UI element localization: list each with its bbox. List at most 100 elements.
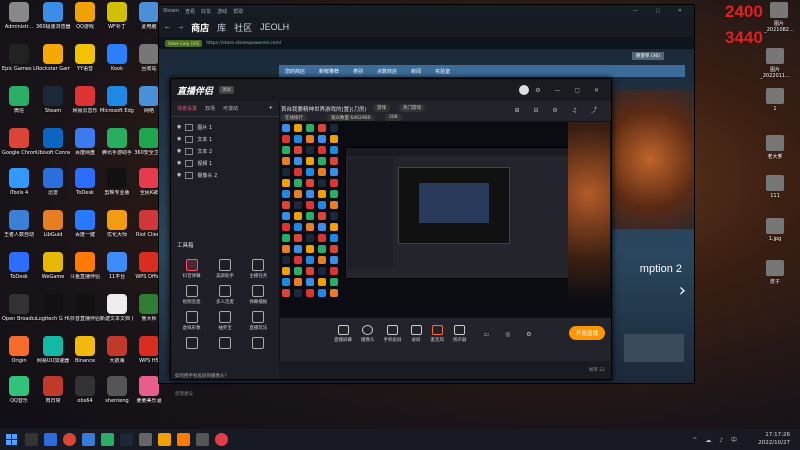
eye-icon[interactable]: ◉ (177, 160, 181, 166)
wishlist-button[interactable]: 愿望单 (36) (631, 52, 664, 60)
tab-dual[interactable]: 双场 (205, 105, 215, 112)
start-button[interactable] (0, 429, 22, 450)
system-tray-icons[interactable]: ^ ☁ ♪ 中 (692, 435, 740, 444)
promo-thumbnail[interactable] (624, 334, 684, 362)
live-companion-taskbar-icon[interactable] (177, 433, 190, 446)
desktop-icon[interactable]: Google Chrome (2, 128, 36, 156)
record-button[interactable]: 录屏 (410, 325, 422, 343)
toolbox-item[interactable]: 弹幕播报 (242, 285, 275, 305)
desktop-icon[interactable]: shenteng (100, 376, 134, 404)
desktop-icon[interactable]: Logitech G HUB (36, 294, 70, 322)
add-icon[interactable]: + (269, 105, 273, 112)
desktop-icon[interactable]: Ubisoft Connect (36, 128, 70, 156)
store-nav-your-store[interactable]: 您的商店 (285, 68, 305, 75)
back-arrow-icon[interactable]: ← (165, 24, 170, 31)
nav-community[interactable]: 社区 (234, 21, 252, 34)
help-link[interactable]: 如何把手机投屏到摄像头？ (175, 373, 229, 379)
store-nav-news[interactable]: 新闻 (411, 68, 421, 75)
toolbox-item[interactable]: 视频连麦 (175, 285, 208, 305)
desktop-icon[interactable]: WeGame (36, 252, 70, 280)
forward-arrow-icon[interactable]: → (178, 24, 183, 31)
avatar[interactable] (519, 85, 530, 95)
phone-cast-button[interactable]: 手机投屏 (384, 325, 402, 343)
desktop-icon[interactable]: Epic Games Launcher (2, 44, 36, 72)
taskview-icon[interactable] (44, 433, 57, 446)
desktop-file-icon[interactable]: 图片_2022011... (758, 48, 792, 79)
desktop-icon[interactable]: ToDesk (68, 168, 102, 196)
toolbox-item[interactable] (208, 337, 241, 351)
scene-item[interactable]: ◉ 文本 1 (177, 133, 273, 145)
next-arrow-icon[interactable]: › (679, 280, 686, 301)
speaker-button[interactable]: 扬声器 (453, 325, 467, 343)
netease-music-icon[interactable] (215, 433, 228, 446)
steam-menu-friends[interactable]: 好友 (201, 8, 211, 15)
desktop-icon[interactable]: 腾讯手游助手 (100, 128, 134, 156)
tab-scenes[interactable]: 场景设置 (177, 105, 197, 112)
eye-icon[interactable]: ◉ (177, 124, 181, 130)
desktop-icon[interactable]: Binance (68, 336, 102, 364)
scene-item[interactable]: ◉ 图片 1 (177, 121, 273, 133)
desktop-icon[interactable]: Microsoft Edge (100, 86, 134, 114)
toolbox-item[interactable]: 虚拟形象 (175, 311, 208, 331)
steam-taskbar-icon[interactable] (120, 433, 133, 446)
toolbox-item[interactable]: 多人连麦 (208, 285, 241, 305)
promo-title[interactable]: mption 2 (640, 263, 682, 275)
window-controls[interactable]: ⚙ — ▢ ✕ (535, 87, 605, 94)
camera-button[interactable]: 摄像头 (361, 325, 375, 343)
desktop-icon[interactable]: 新建文本文档 (4) (100, 294, 134, 322)
desktop-icon[interactable]: 剪映专业版 (100, 168, 134, 196)
microphone-button[interactable]: 麦克风 (431, 325, 444, 343)
store-nav-categories[interactable]: 类别 (353, 68, 363, 75)
hot-games-pill[interactable]: 热门游戏 (399, 104, 425, 112)
screen-capture-button[interactable]: 直播屏幕 (334, 325, 352, 343)
steam-menu-help[interactable]: 帮助 (233, 8, 243, 15)
toolbox-item[interactable]: 抽奖宝 (208, 311, 241, 331)
eye-icon[interactable]: ◉ (177, 172, 181, 178)
nav-user[interactable]: JEOLH (260, 22, 289, 32)
desktop-icon[interactable]: Steam (36, 86, 70, 114)
desktop-icon[interactable]: 大航海 (100, 336, 134, 364)
desktop-icon[interactable]: 网易UU加速器 (36, 336, 70, 364)
scene-item[interactable]: ◉ 文本 2 (177, 145, 273, 157)
scene-item[interactable]: ◉ 摄像头 2 (177, 169, 273, 181)
store-nav-labs[interactable]: 实验室 (435, 68, 450, 75)
desktop-icon[interactable]: 迅雷 (36, 168, 70, 196)
toolbox-item[interactable]: 直播玩法 (242, 311, 275, 331)
desktop-file-icon[interactable]: 1 (758, 88, 792, 112)
search-icon[interactable] (25, 433, 38, 446)
steam-menu-steam[interactable]: Steam (163, 8, 179, 14)
start-live-button[interactable]: 开始直播 (568, 326, 605, 340)
toolbox-item[interactable]: 抖音弹幕 (175, 259, 208, 279)
desktop-file-icon[interactable]: 111 (758, 175, 792, 199)
desktop-icon[interactable]: Rockstar Games... (36, 44, 70, 72)
store-nav-points[interactable]: 点数商店 (377, 68, 397, 75)
eye-icon[interactable]: ◉ (177, 148, 181, 154)
desktop-icon[interactable]: 360极速浏览器 (36, 2, 70, 30)
desktop-icon[interactable]: 优化大师 (100, 210, 134, 238)
eye-icon[interactable]: ◉ (177, 136, 181, 142)
extra-tool-icons[interactable]: ▭ ◎ ⚙ (484, 331, 539, 338)
feedback-link[interactable]: 反馈建议 (175, 391, 193, 397)
steam-menu-view[interactable]: 查看 (185, 8, 195, 15)
live-companion-window[interactable]: 直播伴侣 测试 ⚙ — ▢ ✕ 场景设置 双场 可滚动 + ◉ 图片 1 ◉ 文本 … (170, 78, 612, 397)
window-controls[interactable]: — ▢ ✕ (633, 8, 690, 14)
steam-menu-games[interactable]: 游戏 (217, 8, 227, 15)
desktop-file-icon[interactable]: 皮子 (758, 260, 792, 285)
desktop-icon[interactable]: 百度一键 (68, 210, 102, 238)
desktop-icon[interactable]: WF补丁 (100, 2, 134, 30)
desktop-icon[interactable]: LibGuid (36, 210, 70, 238)
desktop-icon[interactable]: Kook (100, 44, 134, 72)
nav-library[interactable]: 库 (217, 21, 226, 34)
stream-preview[interactable] (279, 121, 611, 318)
desktop-icon[interactable]: iTools 4 (2, 168, 36, 196)
toolbox-item[interactable]: 美颜助手 (208, 259, 241, 279)
toolbox-item[interactable] (175, 337, 208, 351)
app-icon[interactable] (101, 433, 114, 446)
desktop-file-icon[interactable]: 图片_2021082... (762, 2, 796, 33)
tab-scroll[interactable]: 可滚动 (223, 105, 238, 112)
desktop-icon[interactable]: 百度网盘 (68, 128, 102, 156)
desktop-file-icon[interactable]: 1.jpg (758, 218, 792, 242)
app-icon[interactable] (139, 433, 152, 446)
nav-store[interactable]: 商店 (191, 21, 209, 34)
app-icon[interactable] (158, 433, 171, 446)
